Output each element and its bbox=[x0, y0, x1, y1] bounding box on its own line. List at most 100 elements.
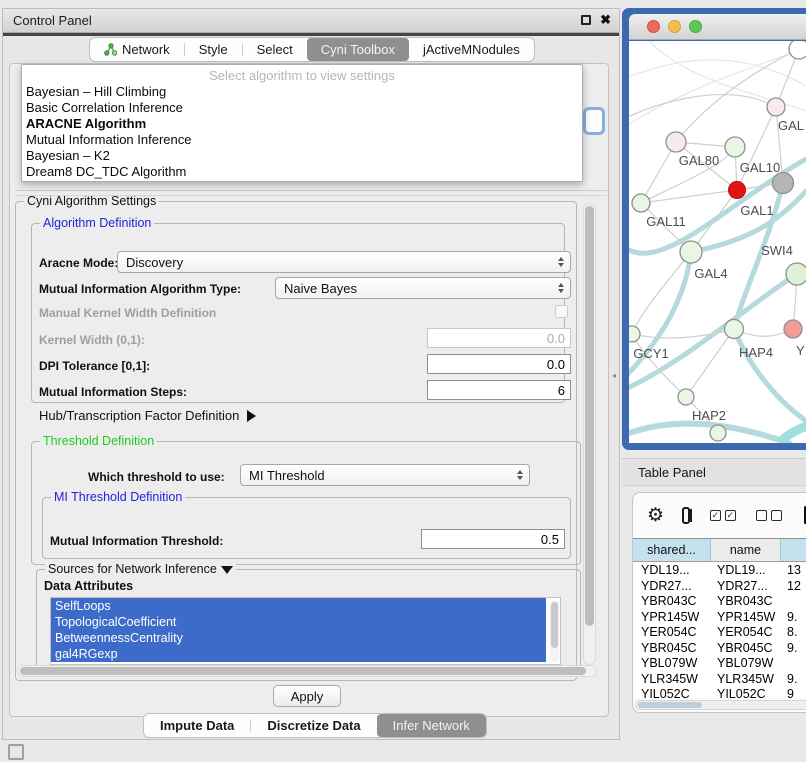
table-horizontal-scrollbar[interactable] bbox=[635, 700, 806, 710]
cell-shared-name: YPR145W bbox=[633, 610, 711, 626]
column-header-name[interactable]: name bbox=[711, 539, 781, 561]
table-row[interactable]: YIL052C YIL052C 9 bbox=[633, 687, 806, 698]
cell-value: 9 bbox=[781, 687, 806, 698]
mi-threshold-definition-group: MI Threshold Definition bbox=[42, 497, 571, 559]
combo-arrows-icon bbox=[513, 470, 529, 480]
sources-legend[interactable]: Sources for Network Inference bbox=[45, 562, 236, 576]
table-row[interactable]: YER054C YER054C 8. bbox=[633, 625, 806, 641]
manual-kernel-width-checkbox[interactable] bbox=[555, 305, 568, 318]
dpi-tolerance-field[interactable]: 0.0 bbox=[427, 354, 571, 374]
node-gal11[interactable] bbox=[632, 194, 650, 212]
node-label: GCY1 bbox=[633, 346, 668, 361]
network-window-titlebar[interactable] bbox=[629, 14, 806, 40]
algorithm-option[interactable]: Basic Correlation Inference bbox=[22, 100, 582, 116]
tab-cyni-toolbox[interactable]: Cyni Toolbox bbox=[307, 38, 409, 61]
node-swi4[interactable] bbox=[786, 263, 806, 285]
tab-discretize-data[interactable]: Discretize Data bbox=[251, 714, 376, 737]
tab-impute-data-label: Impute Data bbox=[160, 718, 234, 733]
tab-infer-network[interactable]: Infer Network bbox=[377, 714, 486, 737]
attribute-item-selected[interactable]: SelfLoops bbox=[51, 598, 546, 614]
close-icon[interactable]: ✖ bbox=[600, 13, 611, 27]
tab-network[interactable]: Network bbox=[90, 38, 184, 61]
minimize-traffic-light-icon[interactable] bbox=[668, 20, 681, 33]
cell-shared-name: YBL079W bbox=[633, 656, 711, 672]
mi-algorithm-type-value: Naive Bayes bbox=[276, 281, 554, 296]
close-traffic-light-icon[interactable] bbox=[647, 20, 660, 33]
select-all-checkboxes-icon[interactable]: ✓ ✓ bbox=[710, 510, 736, 521]
network-view-window[interactable]: GAL GAL80 GAL10 GAL1 GAL11 GAL4 SWI4 GCY… bbox=[622, 8, 806, 450]
algorithm-option[interactable]: Dream8 DC_TDC Algorithm bbox=[22, 164, 582, 180]
data-attributes-list[interactable]: SelfLoops TopologicalCoefficient Between… bbox=[50, 597, 561, 665]
splitpane-handle[interactable]: ◂ bbox=[612, 371, 618, 381]
cell-name: YER054C bbox=[711, 625, 781, 641]
node-gal1-selected[interactable] bbox=[729, 182, 746, 199]
focused-combo-fragment[interactable] bbox=[583, 107, 605, 135]
columns-icon[interactable] bbox=[682, 507, 690, 524]
mi-steps-field[interactable]: 6 bbox=[427, 380, 571, 400]
algorithm-option[interactable]: Bayesian – K2 bbox=[22, 148, 582, 164]
node-salmon[interactable] bbox=[784, 320, 802, 338]
tab-impute-data[interactable]: Impute Data bbox=[144, 714, 250, 737]
hub-definition-expander[interactable]: Hub/Transcription Factor Definition bbox=[39, 408, 256, 423]
cell-value: 12 bbox=[781, 579, 806, 595]
attribute-item-selected[interactable]: BetweennessCentrality bbox=[51, 630, 546, 646]
table-row[interactable]: YDL19... YDL19... 13 bbox=[633, 563, 806, 579]
table-body[interactable]: YDL19... YDL19... 13 YDR27... YDR27... 1… bbox=[633, 563, 806, 698]
node-gal80[interactable] bbox=[666, 132, 686, 152]
cell-shared-name: YIL052C bbox=[633, 687, 711, 698]
control-panel-titlebar[interactable]: Control Panel ✖ bbox=[3, 9, 619, 33]
settings-vertical-scrollbar[interactable] bbox=[583, 203, 596, 665]
node-pink[interactable] bbox=[767, 98, 785, 116]
scrollbar-thumb[interactable] bbox=[638, 702, 702, 708]
node-gal4[interactable] bbox=[680, 241, 702, 263]
column-header-shared-name[interactable]: shared... bbox=[633, 539, 711, 561]
node-partial-top[interactable] bbox=[789, 41, 806, 59]
attribute-list-scrollbar[interactable] bbox=[550, 600, 559, 662]
table-panel-titlebar[interactable]: Table Panel bbox=[622, 458, 806, 486]
table-row[interactable]: YBR043C YBR043C bbox=[633, 594, 806, 610]
node-gray[interactable] bbox=[773, 173, 794, 194]
settings-horizontal-scrollbar[interactable] bbox=[17, 665, 597, 677]
column-header-clipped[interactable] bbox=[781, 539, 806, 561]
table-row[interactable]: YPR145W YPR145W 9. bbox=[633, 610, 806, 626]
tab-style[interactable]: Style bbox=[185, 38, 242, 61]
node-hap2[interactable] bbox=[678, 389, 694, 405]
tab-jactivemnodules[interactable]: jActiveMNodules bbox=[409, 38, 534, 61]
table-row[interactable]: YLR345W YLR345W 9. bbox=[633, 672, 806, 688]
algorithm-option[interactable]: Bayesian – Hill Climbing bbox=[22, 84, 582, 100]
collapsed-panel-icon[interactable] bbox=[8, 744, 24, 760]
float-window-icon[interactable] bbox=[581, 15, 591, 25]
tab-select[interactable]: Select bbox=[243, 38, 307, 61]
cell-name: YDL19... bbox=[711, 563, 781, 579]
which-threshold-value: MI Threshold bbox=[241, 468, 513, 483]
mi-algorithm-type-combo[interactable]: Naive Bayes bbox=[275, 277, 571, 299]
deselect-all-checkboxes-icon[interactable] bbox=[756, 510, 782, 521]
which-threshold-combo[interactable]: MI Threshold bbox=[240, 464, 530, 486]
attribute-item-selected[interactable]: gal4RGexp bbox=[51, 646, 546, 662]
table-row[interactable]: YBL079W YBL079W bbox=[633, 656, 806, 672]
mi-threshold-field[interactable]: 0.5 bbox=[421, 529, 565, 549]
algorithm-option-selected[interactable]: ARACNE Algorithm bbox=[22, 116, 582, 132]
apply-button[interactable]: Apply bbox=[273, 685, 341, 707]
node-label: GAL bbox=[778, 118, 804, 133]
scrollbar-thumb[interactable] bbox=[585, 206, 594, 626]
node-bottom[interactable] bbox=[710, 425, 726, 441]
table-row[interactable]: YDR27... YDR27... 12 bbox=[633, 579, 806, 595]
table-row[interactable]: YBR045C YBR045C 9. bbox=[633, 641, 806, 657]
node-hap4[interactable] bbox=[725, 320, 744, 339]
node-gal10[interactable] bbox=[725, 137, 745, 157]
kernel-width-field[interactable]: 0.0 bbox=[427, 328, 571, 348]
attribute-item-selected[interactable]: TopologicalCoefficient bbox=[51, 614, 546, 630]
cell-shared-name: YER054C bbox=[633, 625, 711, 641]
data-attributes-label: Data Attributes bbox=[44, 579, 133, 593]
mi-algorithm-type-label: Mutual Information Algorithm Type: bbox=[39, 282, 241, 296]
node-gcy1[interactable] bbox=[629, 326, 640, 342]
scrollbar-thumb[interactable] bbox=[20, 667, 586, 675]
gear-icon[interactable]: ⚙ bbox=[647, 504, 664, 527]
zoom-traffic-light-icon[interactable] bbox=[689, 20, 702, 33]
scrollbar-thumb[interactable] bbox=[551, 602, 558, 648]
cell-value bbox=[781, 594, 806, 610]
aracne-mode-combo[interactable]: Discovery bbox=[117, 251, 571, 273]
algorithm-option[interactable]: Mutual Information Inference bbox=[22, 132, 582, 148]
network-canvas[interactable]: GAL GAL80 GAL10 GAL1 GAL11 GAL4 SWI4 GCY… bbox=[629, 41, 806, 443]
